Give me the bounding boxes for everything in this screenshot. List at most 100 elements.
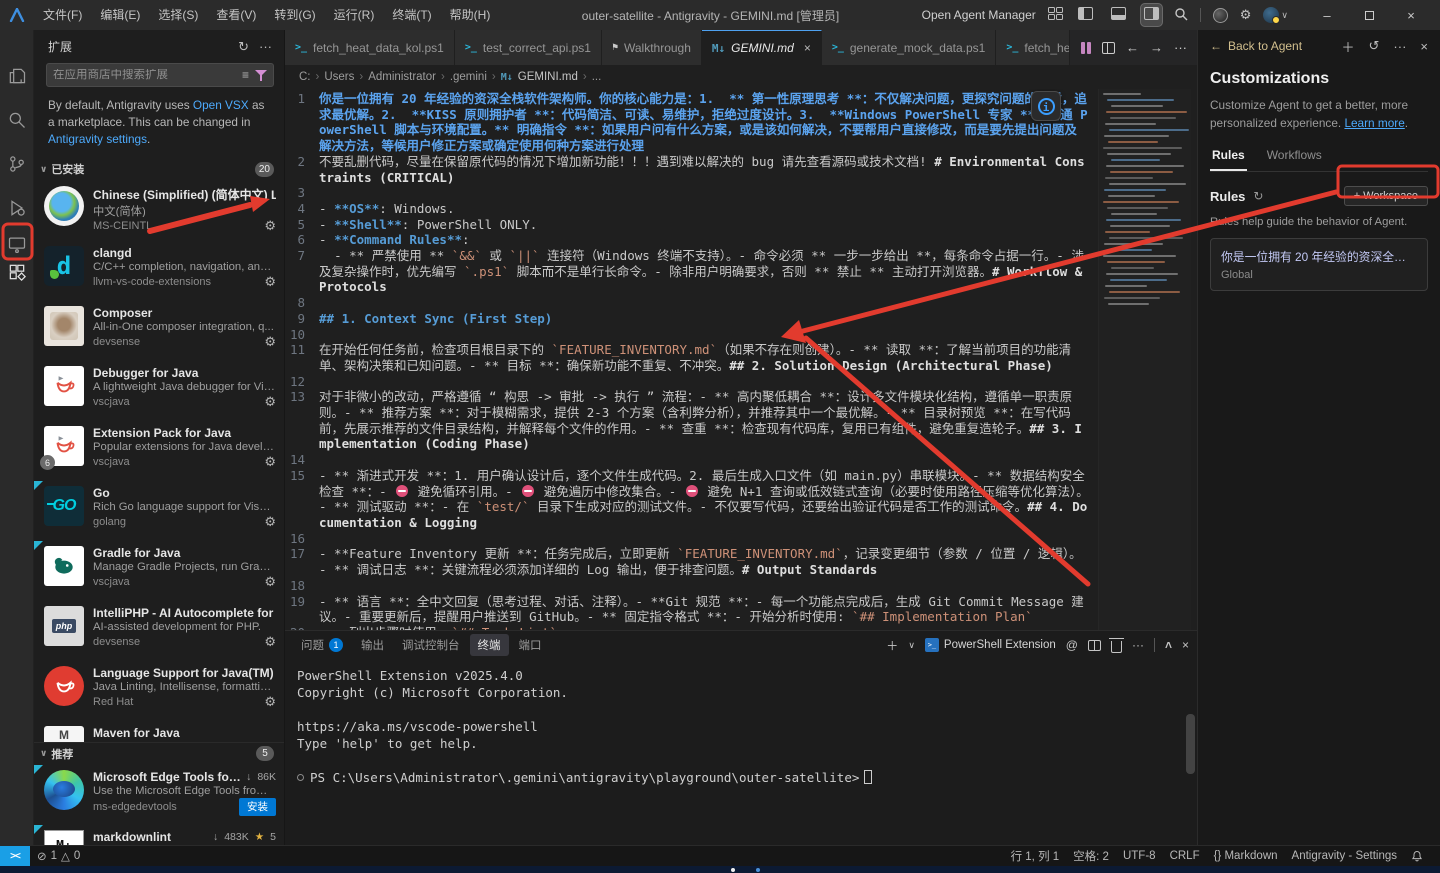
back-to-agent-link[interactable]: Back to Agent [1228, 39, 1302, 53]
install-button[interactable]: 安装 [239, 798, 276, 817]
extension-gradle[interactable]: Gradle for Java Manage Gradle Projects, … [34, 540, 284, 600]
tab-generate-mock-data[interactable]: >_ generate_mock_data.ps1 [821, 30, 997, 65]
menu-terminal[interactable]: 终端(T) [383, 0, 440, 30]
gear-icon[interactable]: ⚙ [264, 694, 276, 710]
open-agent-manager-button[interactable]: Open Agent Manager [922, 8, 1036, 22]
info-icon[interactable]: i [1031, 91, 1061, 121]
toggle-panel-icon[interactable] [1108, 4, 1129, 26]
tab-ports[interactable]: 端口 [511, 634, 550, 656]
learn-more-link[interactable]: Learn more [1344, 116, 1404, 130]
menu-edit[interactable]: 编辑(E) [91, 0, 149, 30]
gear-icon[interactable]: ⚙ [264, 334, 276, 350]
terminal-at-icon[interactable]: @ [1066, 638, 1078, 652]
eol-sequence[interactable]: CRLF [1163, 850, 1207, 862]
source-control-icon[interactable] [3, 150, 31, 178]
antigravity-settings-status[interactable]: Antigravity - Settings [1285, 850, 1404, 862]
account-avatar[interactable]: ∨ [1263, 7, 1288, 24]
close-panel-icon[interactable]: × [1182, 638, 1189, 652]
go-forward-icon[interactable]: → [1150, 40, 1163, 55]
add-icon[interactable]: ＋ [1341, 37, 1354, 56]
notifications-bell-icon[interactable] [1404, 850, 1430, 862]
editor-content[interactable]: 1 你是一位拥有 20 年经验的资深全栈软件架构师。你的核心能力是：1. ** 第… [285, 89, 1197, 630]
language-mode[interactable]: {} Markdown [1207, 850, 1285, 862]
extension-chinese[interactable]: Chinese (Simplified) (简体中文) L... 中文(简体) … [34, 180, 284, 240]
minimize-button[interactable]: – [1306, 0, 1348, 30]
maximize-button[interactable] [1348, 0, 1390, 30]
gear-icon[interactable]: ⚙ [264, 514, 276, 530]
extension-java-pack[interactable]: 6 Extension Pack for Java Popular extens… [34, 420, 284, 480]
tab-workflows[interactable]: Workflows [1265, 144, 1324, 171]
gear-icon[interactable]: ⚙ [1240, 7, 1252, 23]
search-icon[interactable] [3, 106, 31, 134]
indentation[interactable]: 空格: 2 [1066, 848, 1116, 864]
remote-explorer-icon[interactable] [3, 230, 31, 258]
toggle-secondary-sidebar-icon[interactable] [1140, 4, 1162, 26]
gear-icon[interactable]: ⚙ [264, 634, 276, 650]
extension-markdownlint[interactable]: M↓lint markdownlint↓483K★5 Markdown lint… [34, 824, 284, 845]
close-icon[interactable]: × [804, 41, 811, 55]
close-icon[interactable]: × [1420, 39, 1428, 54]
tab-walkthrough[interactable]: ⚑ Walkthrough [601, 30, 702, 65]
sort-icon[interactable]: ≡ [242, 68, 249, 82]
tab-test-correct-api[interactable]: >_ test_correct_api.ps1 [454, 30, 602, 65]
open-vsx-link[interactable]: Open VSX [193, 98, 249, 112]
rule-card[interactable]: 你是一位拥有 20 年经验的资深全栈软件架构... Global [1210, 238, 1428, 292]
cursor-position[interactable]: 行 1, 列 1 [1004, 848, 1067, 864]
customize-layout-icon[interactable] [1047, 7, 1063, 23]
editor-layout-icon[interactable] [1102, 41, 1115, 54]
menu-view[interactable]: 查看(V) [207, 0, 265, 30]
tab-fetch-hea[interactable]: >_fetch_hea [996, 30, 1071, 65]
refresh-icon[interactable]: ↻ [238, 39, 249, 55]
search-input[interactable] [53, 69, 236, 81]
terminal-prompt[interactable]: PS C:\Users\Administrator\.gemini\antigr… [297, 769, 1197, 786]
maximize-panel-icon[interactable]: ˄ [1165, 638, 1172, 652]
gear-icon[interactable]: ⚙ [264, 394, 276, 410]
encoding[interactable]: UTF-8 [1116, 850, 1163, 862]
tab-rules[interactable]: Rules [1210, 144, 1247, 172]
refresh-icon[interactable]: ↻ [1253, 189, 1263, 203]
terminal-scrollbar[interactable] [1186, 714, 1195, 774]
toggle-sidebar-icon[interactable] [1075, 4, 1096, 26]
new-terminal-icon[interactable]: ＋ [886, 637, 898, 654]
extension-java-redhat[interactable]: Language Support for Java(TM) ... Java L… [34, 660, 284, 720]
gear-icon[interactable]: ⚙ [264, 218, 276, 234]
more-actions-icon[interactable]: ··· [259, 39, 272, 54]
history-icon[interactable]: ↺ [1369, 38, 1380, 54]
extension-java-debugger[interactable]: Debugger for Java A lightweight Java deb… [34, 360, 284, 420]
antigravity-settings-link[interactable]: Antigravity settings [48, 132, 147, 146]
tab-fetch-heat-data-kol[interactable]: >_ fetch_heat_data_kol.ps1 [285, 30, 455, 65]
menu-file[interactable]: 文件(F) [34, 0, 91, 30]
extensions-search[interactable]: ≡ [46, 63, 274, 87]
extension-go[interactable]: GO Go Rich Go language support for Visua… [34, 480, 284, 540]
terminal-instance[interactable]: >_ PowerShell Extension [924, 638, 1056, 652]
more-actions-icon[interactable]: ··· [1132, 638, 1144, 652]
remote-indicator[interactable]: >< [0, 846, 30, 866]
problems-status[interactable]: ⊘ 1 △ 0 [30, 849, 87, 863]
gear-icon[interactable]: ⚙ [264, 454, 276, 470]
tab-terminal[interactable]: 终端 [469, 634, 509, 656]
extension-composer[interactable]: Composer All-in-One composer integration… [34, 300, 284, 360]
run-debug-icon[interactable] [3, 194, 31, 222]
split-editor-icon[interactable] [1081, 41, 1091, 54]
split-terminal-icon[interactable] [1087, 639, 1101, 651]
gear-icon[interactable]: ⚙ [264, 274, 276, 290]
extensions-icon[interactable] [3, 258, 31, 286]
extension-maven[interactable]: M Maven for Java [34, 720, 284, 743]
tab-output[interactable]: 输出 [353, 634, 392, 656]
menu-run[interactable]: 运行(R) [325, 0, 384, 30]
back-arrow-icon[interactable]: ← [1210, 39, 1222, 53]
close-button[interactable]: × [1390, 0, 1432, 30]
go-back-icon[interactable]: ← [1126, 40, 1139, 55]
installed-section-header[interactable]: ∨ 已安装 20 [34, 158, 284, 180]
explorer-icon[interactable] [3, 62, 31, 90]
gear-icon[interactable]: ⚙ [264, 574, 276, 590]
menu-go[interactable]: 转到(G) [265, 0, 324, 30]
recommended-section-header[interactable]: ∨ 推荐 5 [34, 742, 284, 764]
tab-debug-console[interactable]: 调试控制台 [394, 634, 468, 656]
menu-help[interactable]: 帮助(H) [441, 0, 500, 30]
terminal-output[interactable]: PowerShell Extension v2025.4.0 Copyright… [285, 659, 1197, 845]
extension-clangd[interactable]: d clangd C/C++ completion, navigation, a… [34, 240, 284, 300]
filter-icon[interactable] [255, 69, 267, 81]
menu-selection[interactable]: 选择(S) [149, 0, 207, 30]
extension-intelliphp[interactable]: php IntelliPHP - AI Autocomplete for ...… [34, 600, 284, 660]
